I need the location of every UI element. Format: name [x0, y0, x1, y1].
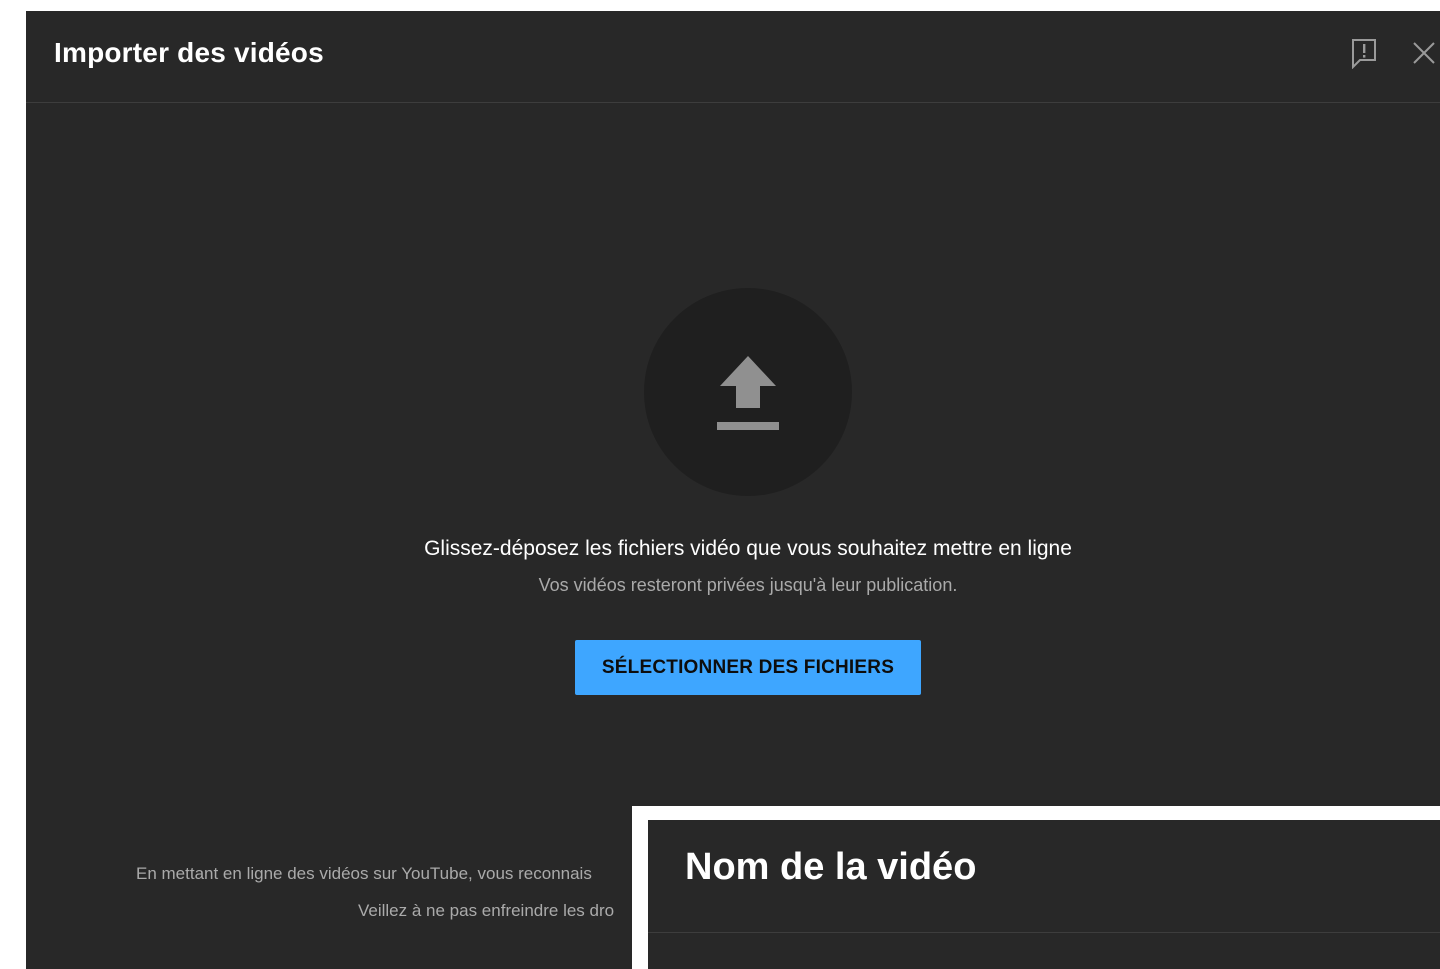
close-icon	[1413, 42, 1435, 64]
feedback-icon	[1352, 39, 1376, 69]
terms-text-line1: En mettant en ligne des vidéos sur YouTu…	[136, 864, 592, 883]
feedback-button[interactable]	[1346, 35, 1382, 71]
terms-text-line2: Veillez à ne pas enfreindre les dro	[358, 901, 615, 920]
video-name-title: Nom de la vidéo	[685, 846, 977, 888]
video-name-panel: Nom de la vidéo	[648, 820, 1440, 969]
dialog-header: Importer des vidéos	[26, 11, 1440, 103]
select-files-button[interactable]: SÉLECTIONNER DES FICHIERS	[575, 640, 921, 695]
upload-arrow-icon	[717, 356, 779, 430]
overlay-divider	[648, 932, 1440, 933]
dialog-title: Importer des vidéos	[54, 37, 324, 68]
upload-drop-target[interactable]	[644, 288, 852, 496]
close-button[interactable]	[1406, 35, 1440, 71]
privacy-note: Vos vidéos resteront privées jusqu'à leu…	[538, 575, 958, 595]
drop-instructions: Glissez-déposez les fichiers vidéo que v…	[424, 537, 1072, 560]
